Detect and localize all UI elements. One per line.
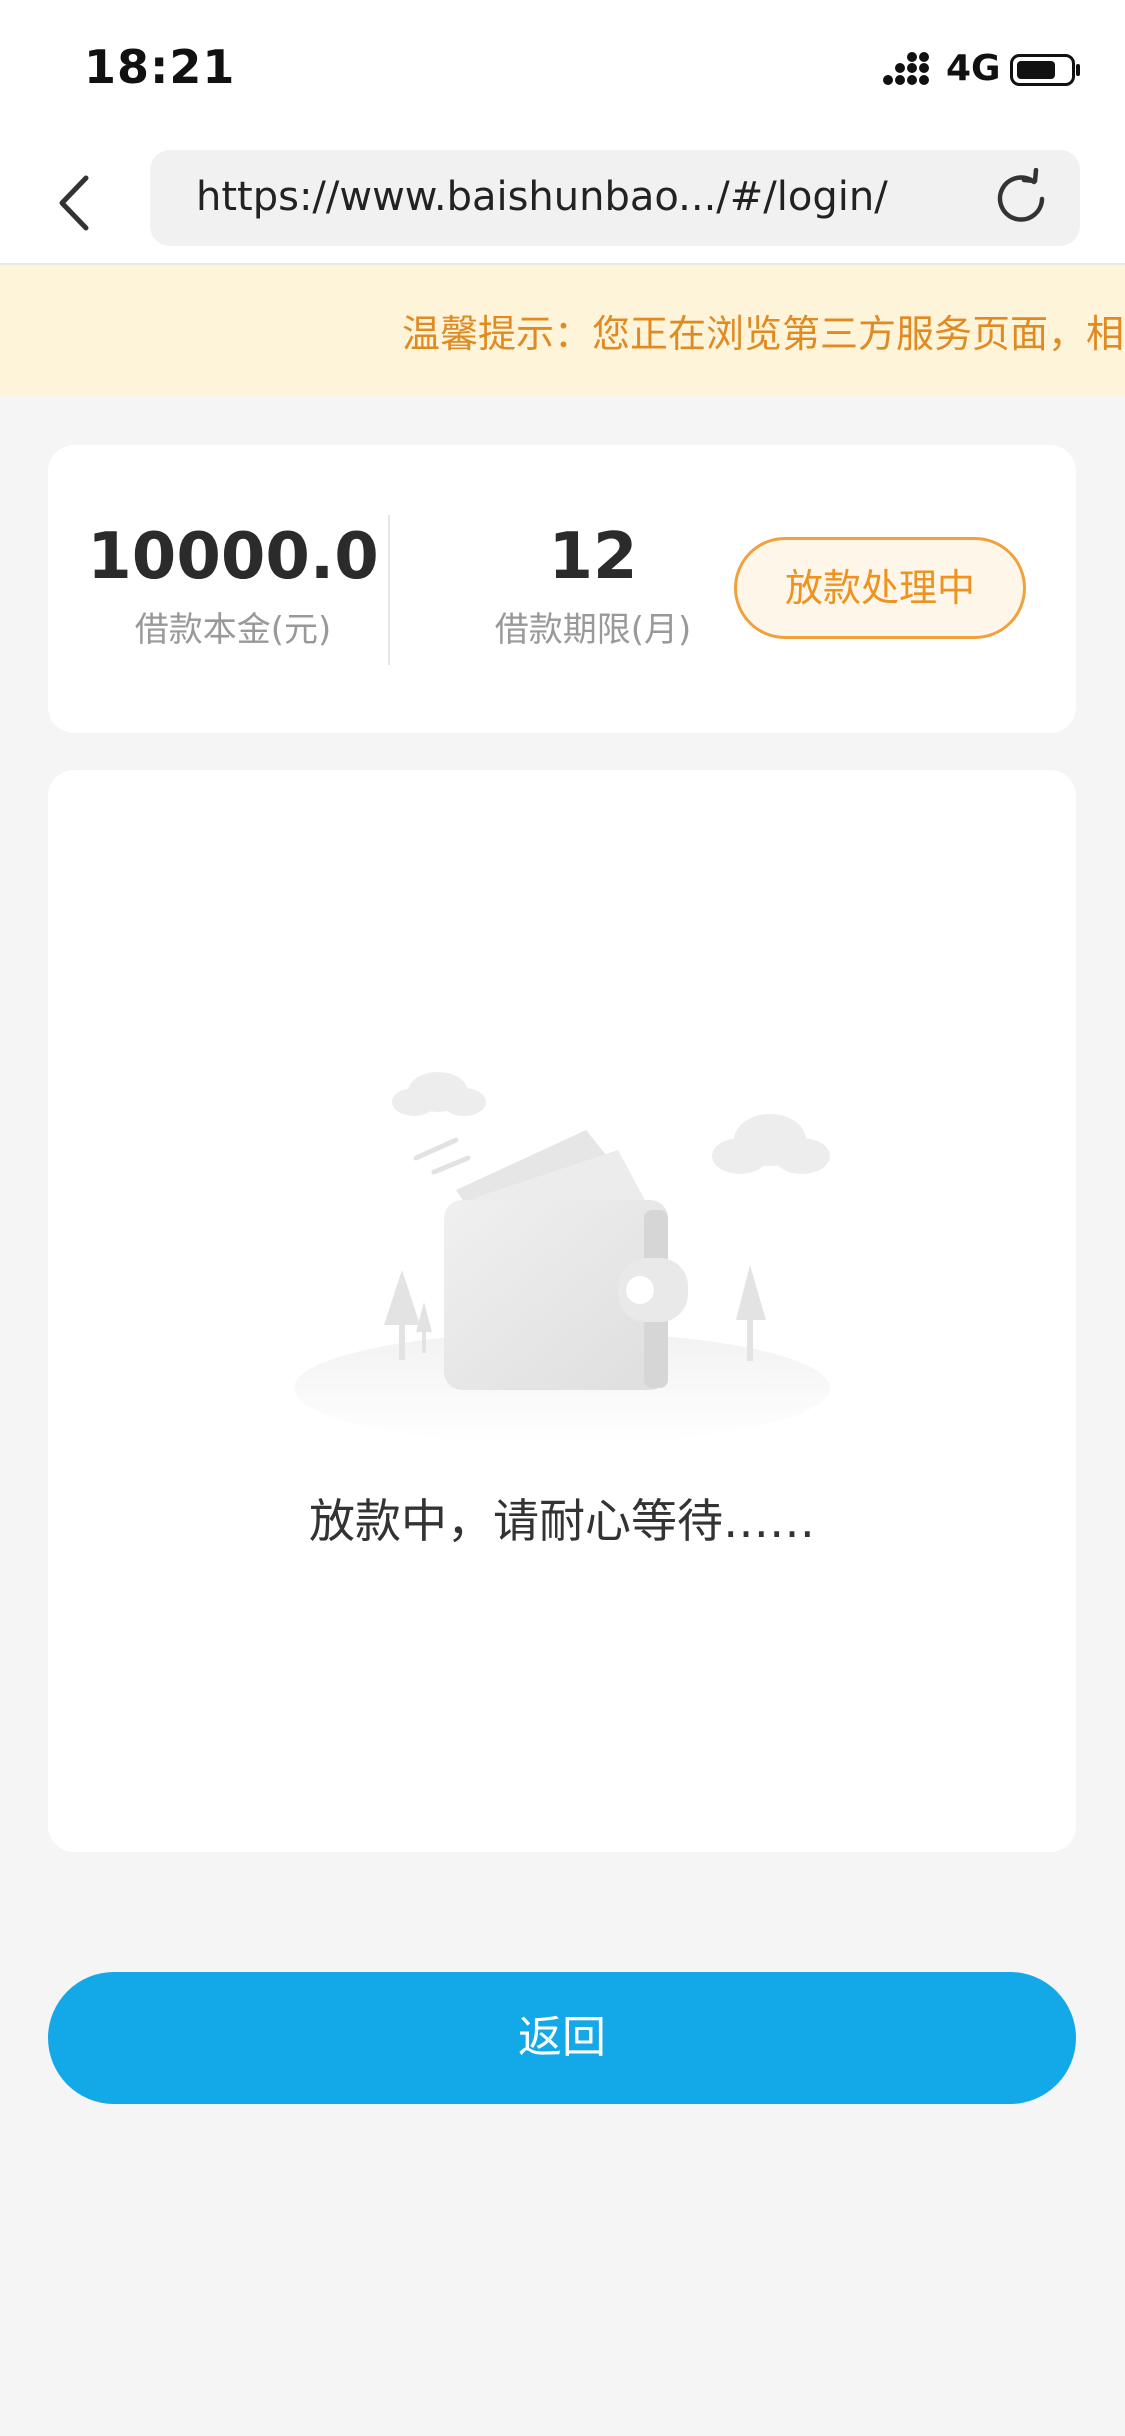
waiting-message: 放款中，请耐心等待…… (309, 1494, 815, 1548)
loan-term-label: 借款期限(月) (494, 610, 692, 650)
address-bar[interactable]: https://www.baishunbao.../#/login/ (150, 150, 1080, 246)
loan-amount: 10000.0 (87, 520, 379, 594)
third-party-notice: 温馨提示：您正在浏览第三方服务页面，相 (0, 265, 1125, 395)
loan-term-block: 12 借款期限(月) (438, 525, 748, 647)
divider (388, 515, 390, 665)
status-time: 18:21 (84, 40, 236, 94)
browser-toolbar: https://www.baishunbao.../#/login/ (0, 140, 1125, 265)
url-text: https://www.baishunbao.../#/login/ (196, 174, 888, 220)
battery-icon (1010, 54, 1080, 86)
loan-status-badge: 放款处理中 (734, 537, 1026, 639)
reload-button[interactable] (990, 168, 1052, 230)
loan-term: 12 (548, 520, 638, 594)
wallet-icon (294, 1072, 830, 1440)
cellular-signal-icon (883, 52, 929, 85)
loan-amount-block: 10000.0 借款本金(元) (78, 525, 388, 647)
back-button[interactable] (52, 168, 100, 238)
network-type: 4G (946, 48, 1001, 89)
return-button[interactable]: 返回 (48, 1972, 1076, 2104)
loan-amount-label: 借款本金(元) (134, 610, 332, 650)
loan-summary-card: 10000.0 借款本金(元) 12 借款期限(月) 放款处理中 (48, 445, 1076, 733)
notice-text: 温馨提示：您正在浏览第三方服务页面，相 (402, 312, 1125, 356)
status-bar: 18:21 4G (0, 0, 1125, 140)
disbursement-status-card: 放款中，请耐心等待…… (48, 770, 1076, 1852)
